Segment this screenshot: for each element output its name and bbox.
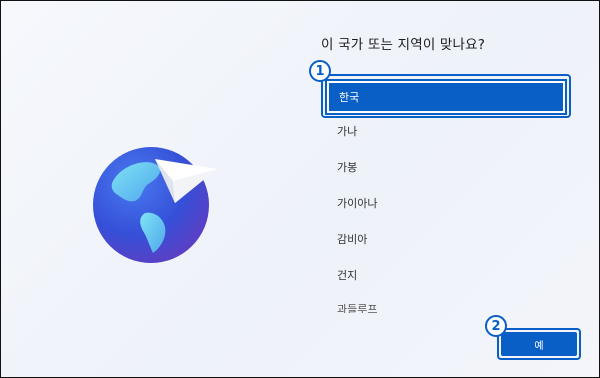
region-item-korea[interactable]: 한국 bbox=[325, 79, 567, 115]
step-badge-2: 2 bbox=[485, 315, 507, 337]
region-label: 감비아 bbox=[337, 233, 368, 246]
region-item-guernsey[interactable]: 건지 bbox=[325, 257, 567, 293]
region-label: 과들루프 bbox=[337, 303, 378, 313]
region-item-gabon[interactable]: 가봉 bbox=[325, 149, 567, 185]
region-label: 한국 bbox=[339, 91, 360, 104]
region-label: 건지 bbox=[337, 269, 358, 282]
globe-paper-plane-illustration bbox=[93, 147, 217, 263]
region-label: 가봉 bbox=[337, 161, 358, 174]
yes-button[interactable]: 예 bbox=[501, 332, 577, 356]
region-item-guadeloupe[interactable]: 과들루프 bbox=[325, 291, 567, 313]
setup-window: 이 국가 또는 지역이 맞나요? 한국 가나 가봉 가이아나 감비아 건지 과들… bbox=[0, 0, 600, 378]
region-label: 가이아나 bbox=[337, 197, 378, 210]
region-label: 가나 bbox=[337, 125, 358, 138]
page-title: 이 국가 또는 지역이 맞나요? bbox=[321, 37, 486, 53]
region-item-ghana[interactable]: 가나 bbox=[325, 113, 567, 149]
step-badge-1: 1 bbox=[309, 60, 331, 82]
region-list[interactable]: 한국 가나 가봉 가이아나 감비아 건지 과들루프 bbox=[321, 77, 571, 313]
region-item-gambia[interactable]: 감비아 bbox=[325, 221, 567, 257]
region-item-guyana[interactable]: 가이아나 bbox=[325, 185, 567, 221]
